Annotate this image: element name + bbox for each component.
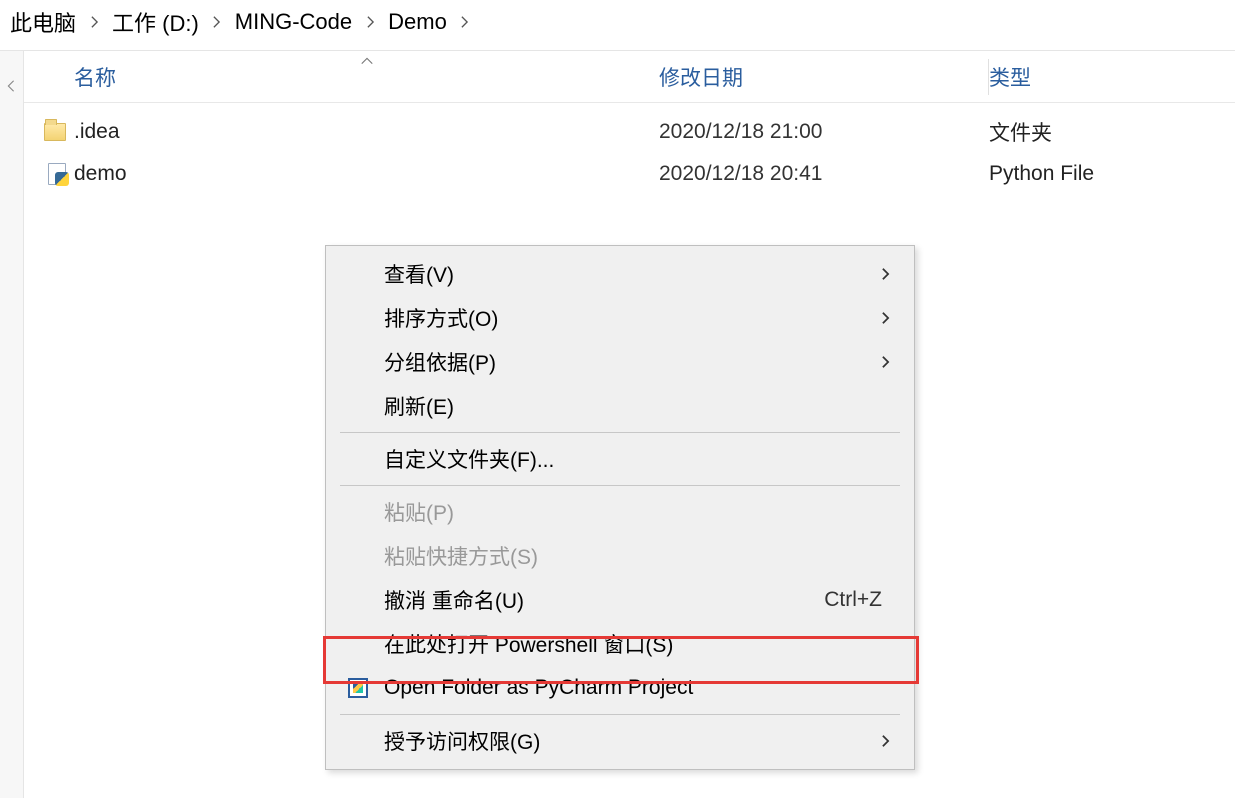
breadcrumb-item[interactable]: 工作 (D:) (108, 6, 203, 38)
chevron-right-icon (878, 355, 892, 369)
context-menu: 查看(V) 排序方式(O) 分组依据(P) 刷新(E) 自定义文件夹(F)...… (325, 245, 915, 770)
menu-item-grant-access[interactable]: 授予访问权限(G) (328, 719, 912, 763)
sort-ascending-icon (360, 48, 374, 72)
breadcrumb: 此电脑 工作 (D:) MING-Code Demo (0, 0, 1235, 51)
file-date: 2020/12/18 21:00 (659, 120, 989, 144)
file-name: .idea (74, 120, 659, 144)
file-date: 2020/12/18 20:41 (659, 162, 989, 186)
menu-item-open-powershell[interactable]: 在此处打开 Powershell 窗口(S) (328, 622, 912, 666)
column-separator (988, 59, 989, 95)
menu-label: 查看(V) (384, 259, 878, 289)
file-list: .idea 2020/12/18 21:00 文件夹 demo 2020/12/… (24, 103, 1235, 195)
menu-item-group[interactable]: 分组依据(P) (328, 340, 912, 384)
column-header-type[interactable]: 类型 (989, 62, 1235, 92)
menu-item-paste: 粘贴(P) (328, 490, 912, 534)
chevron-right-icon[interactable] (86, 15, 102, 29)
menu-item-refresh[interactable]: 刷新(E) (328, 384, 912, 428)
python-file-icon (24, 163, 74, 185)
chevron-left-icon[interactable] (6, 77, 16, 99)
file-type: 文件夹 (989, 117, 1235, 147)
left-gutter (0, 51, 24, 798)
menu-label: 在此处打开 Powershell 窗口(S) (384, 629, 892, 659)
list-item[interactable]: .idea 2020/12/18 21:00 文件夹 (24, 111, 1235, 153)
menu-label: 自定义文件夹(F)... (384, 444, 892, 474)
menu-separator (340, 485, 900, 486)
menu-item-customize-folder[interactable]: 自定义文件夹(F)... (328, 437, 912, 481)
chevron-right-icon[interactable] (457, 15, 473, 29)
folder-icon (24, 123, 74, 141)
chevron-right-icon[interactable] (209, 15, 225, 29)
menu-label: Open Folder as PyCharm Project (384, 676, 892, 700)
menu-label: 排序方式(O) (384, 303, 878, 333)
chevron-right-icon (878, 734, 892, 748)
menu-label: 刷新(E) (384, 391, 892, 421)
chevron-right-icon[interactable] (362, 15, 378, 29)
menu-label: 授予访问权限(G) (384, 726, 878, 756)
menu-label: 粘贴快捷方式(S) (384, 541, 892, 571)
breadcrumb-item[interactable]: Demo (384, 9, 451, 35)
column-header-date[interactable]: 修改日期 (659, 62, 989, 92)
chevron-right-icon (878, 267, 892, 281)
column-header-name[interactable]: 名称 (24, 62, 659, 92)
menu-item-sort[interactable]: 排序方式(O) (328, 296, 912, 340)
breadcrumb-item[interactable]: MING-Code (231, 9, 356, 35)
breadcrumb-item[interactable]: 此电脑 (6, 6, 80, 38)
menu-label: 分组依据(P) (384, 347, 878, 377)
menu-item-paste-shortcut: 粘贴快捷方式(S) (328, 534, 912, 578)
pycharm-icon (346, 676, 370, 700)
menu-separator (340, 432, 900, 433)
chevron-right-icon (878, 311, 892, 325)
menu-item-open-pycharm[interactable]: Open Folder as PyCharm Project (328, 666, 912, 710)
menu-item-view[interactable]: 查看(V) (328, 252, 912, 296)
menu-shortcut: Ctrl+Z (824, 588, 892, 612)
menu-item-undo-rename[interactable]: 撤消 重命名(U) Ctrl+Z (328, 578, 912, 622)
menu-separator (340, 714, 900, 715)
column-headers: 名称 修改日期 类型 (24, 51, 1235, 103)
file-name: demo (74, 162, 659, 186)
list-item[interactable]: demo 2020/12/18 20:41 Python File (24, 153, 1235, 195)
file-type: Python File (989, 162, 1235, 186)
menu-label: 粘贴(P) (384, 497, 892, 527)
menu-label: 撤消 重命名(U) (384, 585, 824, 615)
